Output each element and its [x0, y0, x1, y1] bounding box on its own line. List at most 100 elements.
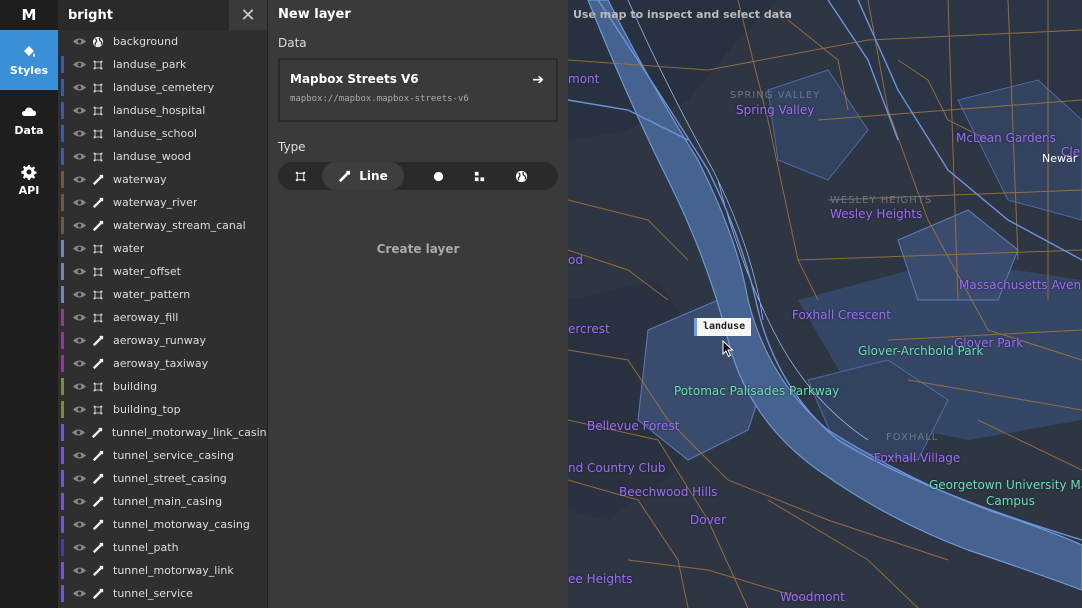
layer-row[interactable]: landuse_hospital: [58, 99, 267, 122]
visibility-toggle[interactable]: [72, 81, 86, 95]
eye-icon: [72, 314, 86, 321]
data-section-label: Data: [278, 36, 307, 50]
layer-row[interactable]: landuse_wood: [58, 145, 267, 168]
visibility-toggle[interactable]: [72, 587, 86, 601]
visibility-toggle[interactable]: [72, 472, 86, 486]
type-fill-button[interactable]: [278, 162, 322, 190]
visibility-toggle[interactable]: [72, 35, 86, 49]
visibility-toggle[interactable]: [72, 357, 86, 371]
layer-row[interactable]: landuse_school: [58, 122, 267, 145]
visibility-toggle[interactable]: [72, 265, 86, 279]
visibility-toggle[interactable]: [72, 311, 86, 325]
visibility-toggle[interactable]: [72, 196, 86, 210]
layer-color-bar: [61, 171, 64, 188]
layer-row[interactable]: tunnel_motorway_casing: [58, 513, 267, 536]
visibility-toggle[interactable]: [72, 334, 86, 348]
visibility-toggle[interactable]: [72, 288, 86, 302]
layer-type-icon: [91, 380, 105, 394]
layer-type-icon: [91, 104, 105, 118]
visibility-toggle[interactable]: [72, 403, 86, 417]
type-symbol-button[interactable]: [472, 162, 486, 190]
nav-item-data[interactable]: Data: [0, 90, 58, 150]
visibility-toggle[interactable]: [72, 58, 86, 72]
map-canvas[interactable]: Use map to inspect and select data SPRIN…: [568, 0, 1082, 608]
layer-row[interactable]: tunnel_street_casing: [58, 467, 267, 490]
type-line-button[interactable]: Line: [322, 162, 404, 190]
visibility-toggle[interactable]: [72, 518, 86, 532]
layer-row[interactable]: building: [58, 375, 267, 398]
layer-type-icon: [91, 35, 105, 49]
mouse-cursor-icon: [722, 340, 734, 358]
nav-item-styles[interactable]: Styles: [0, 30, 58, 90]
layer-type-icon: [91, 150, 105, 164]
layer-color-bar: [61, 447, 64, 464]
layer-row[interactable]: water_offset: [58, 260, 267, 283]
map-base-layer: [568, 0, 1082, 608]
create-layer-button[interactable]: Create layer: [268, 242, 568, 256]
layer-name: tunnel_main_casing: [113, 495, 223, 508]
layer-row[interactable]: landuse_park: [58, 53, 267, 76]
layer-name: water: [113, 242, 145, 255]
layer-row[interactable]: aeroway_fill: [58, 306, 267, 329]
line-icon: [339, 170, 351, 182]
visibility-toggle[interactable]: [72, 104, 86, 118]
layer-row[interactable]: tunnel_motorway_link: [58, 559, 267, 582]
map-label: ee Heights: [568, 572, 633, 586]
layer-row[interactable]: waterway_river: [58, 191, 267, 214]
map-label: Massachusetts Avenu: [959, 278, 1082, 292]
layer-row[interactable]: building_top: [58, 398, 267, 421]
layer-row[interactable]: tunnel_service: [58, 582, 267, 605]
layer-row[interactable]: tunnel_main_casing: [58, 490, 267, 513]
visibility-toggle[interactable]: [72, 564, 86, 578]
line-icon: [92, 519, 104, 530]
close-style-button[interactable]: ✕: [229, 0, 267, 30]
layer-name: tunnel_motorway_link: [113, 564, 234, 577]
visibility-toggle[interactable]: [72, 426, 86, 440]
eye-icon: [72, 452, 86, 459]
visibility-toggle[interactable]: [72, 173, 86, 187]
layer-row[interactable]: tunnel_service_casing: [58, 444, 267, 467]
layer-name: landuse_hospital: [113, 104, 206, 117]
eye-icon: [72, 199, 86, 206]
visibility-toggle[interactable]: [72, 150, 86, 164]
layer-row[interactable]: waterway_stream_canal: [58, 214, 267, 237]
layer-row[interactable]: background: [58, 30, 267, 53]
line-icon: [92, 358, 104, 369]
layer-row[interactable]: water_pattern: [58, 283, 267, 306]
circle-icon: [433, 171, 443, 181]
type-background-button[interactable]: [486, 162, 556, 190]
visibility-toggle[interactable]: [72, 380, 86, 394]
visibility-toggle[interactable]: [72, 541, 86, 555]
layer-list: background landuse_park landuse_cemeteryla…: [58, 30, 267, 605]
map-label: FOXHALL: [886, 432, 939, 443]
eye-icon: [72, 291, 86, 298]
visibility-toggle[interactable]: [72, 219, 86, 233]
layer-name: tunnel_motorway_casing: [113, 518, 250, 531]
layer-row[interactable]: waterway: [58, 168, 267, 191]
type-circle-button[interactable]: [404, 162, 472, 190]
visibility-toggle[interactable]: [72, 127, 86, 141]
fill-icon: [93, 129, 103, 138]
data-source-card[interactable]: Mapbox Streets V6 mapbox://mapbox.mapbox…: [278, 58, 558, 122]
layer-row[interactable]: landuse_cemetery: [58, 76, 267, 99]
layer-row[interactable]: water: [58, 237, 267, 260]
line-icon: [92, 542, 104, 553]
main-nav: M Styles Data API: [0, 0, 58, 608]
layer-row[interactable]: aeroway_runway: [58, 329, 267, 352]
visibility-toggle[interactable]: [72, 242, 86, 256]
layer-name: water_offset: [113, 265, 181, 278]
layer-row[interactable]: tunnel_path: [58, 536, 267, 559]
nav-item-api[interactable]: API: [0, 150, 58, 210]
layer-color-bar: [61, 286, 64, 303]
visibility-toggle[interactable]: [72, 495, 86, 509]
map-label: Wesley Heights: [830, 207, 923, 221]
layer-row[interactable]: aeroway_taxiway: [58, 352, 267, 375]
layer-name: waterway_stream_canal: [113, 219, 246, 232]
eye-icon: [72, 521, 86, 528]
eye-icon: [72, 245, 86, 252]
visibility-toggle[interactable]: [72, 449, 86, 463]
layer-color-bar: [61, 240, 64, 257]
line-icon: [92, 565, 104, 576]
map-label: SPRING VALLEY: [730, 90, 821, 101]
layer-row[interactable]: tunnel_motorway_link_casing: [58, 421, 267, 444]
